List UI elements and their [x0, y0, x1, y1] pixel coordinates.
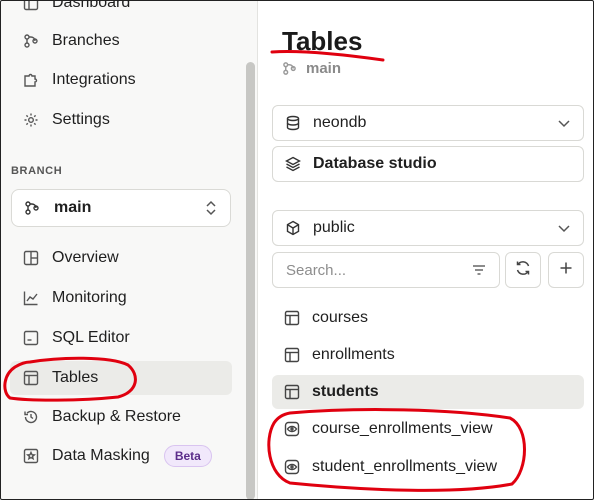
sidebar-item-label: Monitoring [52, 289, 127, 306]
sidebar-item-dashboard[interactable]: Dashboard [10, 0, 232, 20]
refresh-icon [514, 259, 532, 282]
sidebar-item-monitoring[interactable]: Monitoring [10, 281, 232, 315]
sidebar-item-tables[interactable]: Tables [10, 361, 232, 395]
branch-select[interactable]: main [11, 189, 231, 227]
branch-select-value: main [54, 199, 92, 216]
sidebar-item-label: Overview [52, 249, 119, 266]
sidebar-item-label: Branches [52, 32, 120, 49]
layers-icon [285, 155, 303, 173]
add-table-button[interactable] [548, 252, 584, 288]
mask-icon [22, 447, 40, 465]
table-list-item[interactable]: courses [272, 301, 584, 335]
table-item-label: courses [312, 309, 369, 326]
table-icon [284, 309, 302, 327]
history-icon [22, 408, 40, 426]
table-icon [284, 383, 302, 401]
refresh-button[interactable] [505, 252, 541, 288]
chevron-up-down-icon [204, 199, 218, 222]
table-icon [22, 369, 40, 387]
grid-icon [22, 249, 40, 267]
sidebar-item-label: Data Masking [52, 447, 150, 464]
sql-icon [22, 329, 40, 347]
dashboard-icon [22, 0, 40, 12]
plus-icon [558, 260, 574, 281]
branch-icon [22, 32, 40, 50]
sidebar-item-label: Settings [52, 111, 110, 128]
database-icon [285, 114, 303, 132]
sidebar-item-backup-restore[interactable]: Backup & Restore [10, 400, 232, 434]
chevron-down-icon [557, 220, 571, 241]
sidebar-item-label: Dashboard [52, 0, 131, 11]
table-list-item[interactable]: students [272, 375, 584, 409]
current-branch-label: main [306, 60, 342, 77]
table-item-label: enrollments [312, 346, 395, 363]
branch-section-label: BRANCH [11, 165, 63, 177]
branch-icon [24, 199, 42, 217]
sidebar-item-label: Backup & Restore [52, 408, 181, 425]
database-select[interactable]: neondb [272, 105, 584, 141]
sidebar-scrollbar-thumb[interactable] [246, 62, 255, 500]
sidebar-item-settings[interactable]: Settings [10, 103, 232, 137]
table-item-label: students [312, 383, 379, 400]
sidebar-item-data-masking[interactable]: Data Masking Beta [10, 439, 232, 473]
sidebar-item-label: Integrations [52, 71, 136, 88]
chevron-down-icon [557, 115, 571, 136]
puzzle-icon [22, 71, 40, 89]
schema-select-value: public [313, 219, 355, 236]
database-select-value: neondb [313, 114, 367, 131]
view-icon [284, 420, 302, 438]
sidebar-item-sql-editor[interactable]: SQL Editor [10, 321, 232, 355]
sidebar-item-branches[interactable]: Branches [10, 24, 232, 58]
schema-icon [285, 219, 303, 237]
sidebar-item-overview[interactable]: Overview [10, 241, 232, 275]
database-studio-label: Database studio [313, 155, 437, 172]
search-input[interactable] [272, 252, 500, 288]
database-studio-button[interactable]: Database studio [272, 146, 584, 182]
schema-select[interactable]: public [272, 210, 584, 246]
filter-icon[interactable] [470, 261, 488, 279]
view-icon [284, 458, 302, 476]
view-item-label: student_enrollments_view [312, 458, 497, 475]
chart-icon [22, 289, 40, 307]
sidebar: Dashboard Branches Integrations Settings… [0, 0, 258, 500]
table-list-item[interactable]: enrollments [272, 338, 584, 372]
gear-icon [22, 111, 40, 129]
current-branch: main [282, 60, 341, 77]
sidebar-item-label: Tables [52, 369, 99, 386]
view-list-item[interactable]: course_enrollments_view [272, 412, 584, 446]
sidebar-item-label: SQL Editor [52, 329, 130, 346]
beta-badge: Beta [163, 445, 212, 467]
sidebar-item-integrations[interactable]: Integrations [10, 63, 232, 97]
branch-icon [282, 61, 298, 77]
page-title: Tables [282, 26, 363, 56]
view-item-label: course_enrollments_view [312, 420, 493, 437]
table-icon [284, 346, 302, 364]
view-list-item[interactable]: student_enrollments_view [272, 450, 584, 484]
